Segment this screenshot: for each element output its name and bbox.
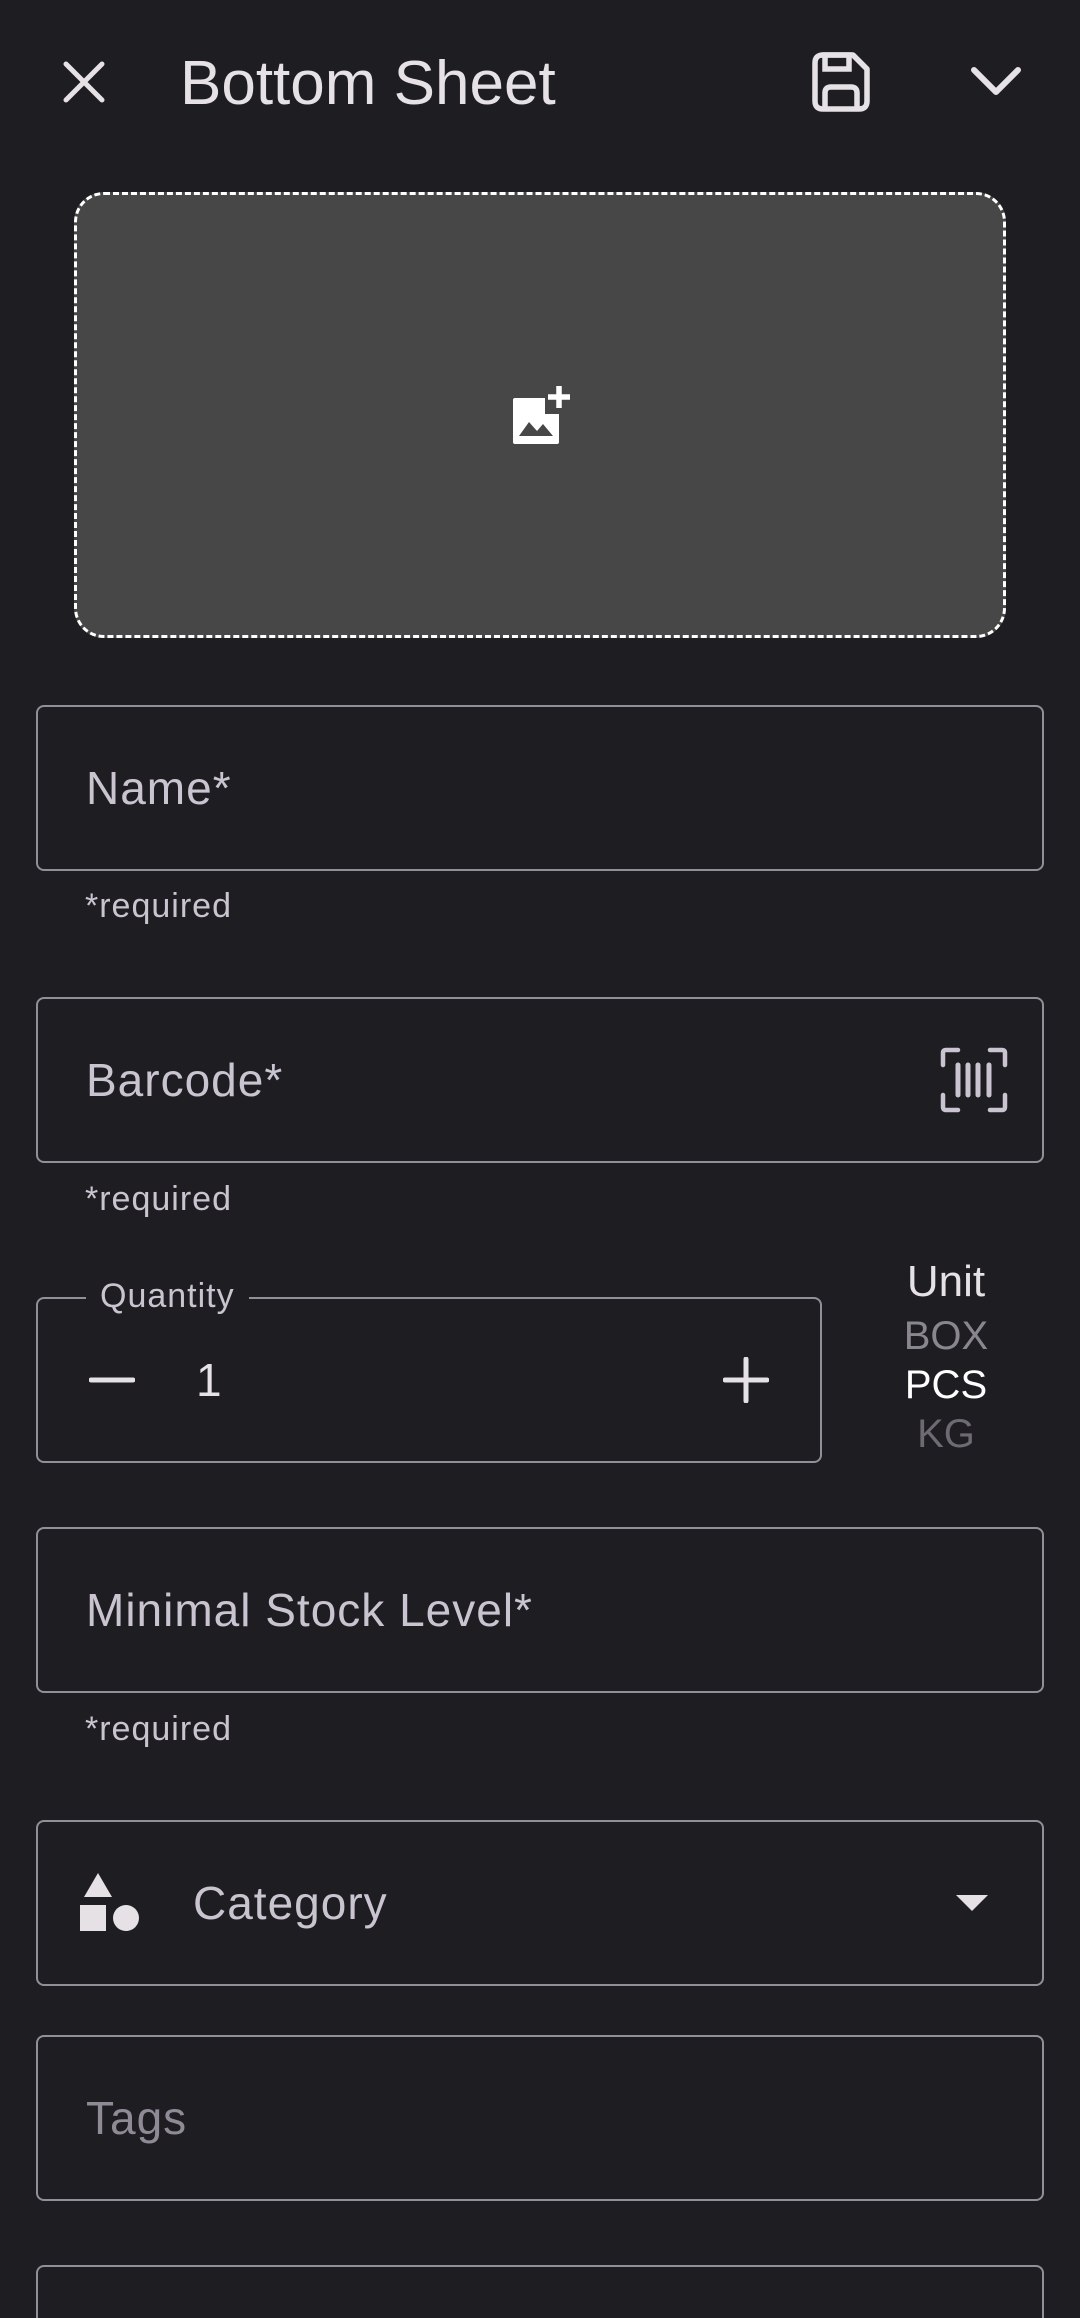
image-picker[interactable] <box>74 192 1006 638</box>
category-placeholder: Category <box>193 1877 388 1929</box>
chevron-down-icon <box>971 67 1021 95</box>
barcode-helper-text: *required <box>85 1180 232 1218</box>
barcode-placeholder: Barcode* <box>86 1054 284 1106</box>
unit-title: Unit <box>906 1257 986 1306</box>
category-shapes-icon <box>80 1873 139 1931</box>
unit-picker[interactable]: Unit BOX PCS KG <box>860 1252 1032 1459</box>
min-stock-placeholder: Minimal Stock Level* <box>86 1584 533 1636</box>
barcode-field[interactable]: Barcode* <box>36 997 1044 1163</box>
save-button[interactable] <box>792 34 888 130</box>
increment-button[interactable] <box>706 1340 786 1420</box>
min-stock-field[interactable]: Minimal Stock Level* <box>36 1527 1044 1693</box>
collapse-button[interactable] <box>948 34 1044 130</box>
next-field-partial[interactable] <box>36 2265 1044 2318</box>
unit-option-pcs[interactable]: PCS <box>860 1361 1032 1410</box>
tags-field[interactable]: Tags <box>36 2035 1044 2201</box>
min-stock-helper-text: *required <box>85 1710 232 1748</box>
page-title: Bottom Sheet <box>180 49 556 118</box>
tags-placeholder: Tags <box>86 2092 188 2144</box>
quantity-stepper: Quantity 1 <box>36 1277 822 1463</box>
name-helper-text: *required <box>85 887 232 925</box>
unit-option-box[interactable]: BOX <box>860 1312 1032 1361</box>
close-button[interactable] <box>36 34 132 130</box>
dropdown-arrow-icon <box>956 1895 988 1911</box>
name-field[interactable]: Name* <box>36 705 1044 871</box>
add-photo-icon <box>513 386 570 444</box>
decrement-button[interactable] <box>72 1340 152 1420</box>
quantity-input[interactable]: 1 <box>196 1353 222 1407</box>
top-app-bar: Bottom Sheet <box>0 0 1080 170</box>
unit-option-kg[interactable]: KG <box>860 1410 1032 1459</box>
name-placeholder: Name* <box>86 762 232 814</box>
barcode-scan-button[interactable] <box>936 1042 1012 1118</box>
barcode-scan-icon <box>940 1047 1008 1113</box>
quantity-label: Quantity <box>86 1277 249 1316</box>
minus-icon <box>89 1377 135 1383</box>
bottom-sheet: Bottom Sheet Name* *required Barcode* *r… <box>0 0 1080 2318</box>
save-icon <box>812 52 870 112</box>
plus-icon <box>723 1357 769 1403</box>
close-icon <box>63 61 105 103</box>
category-dropdown[interactable]: Category <box>36 1820 1044 1986</box>
